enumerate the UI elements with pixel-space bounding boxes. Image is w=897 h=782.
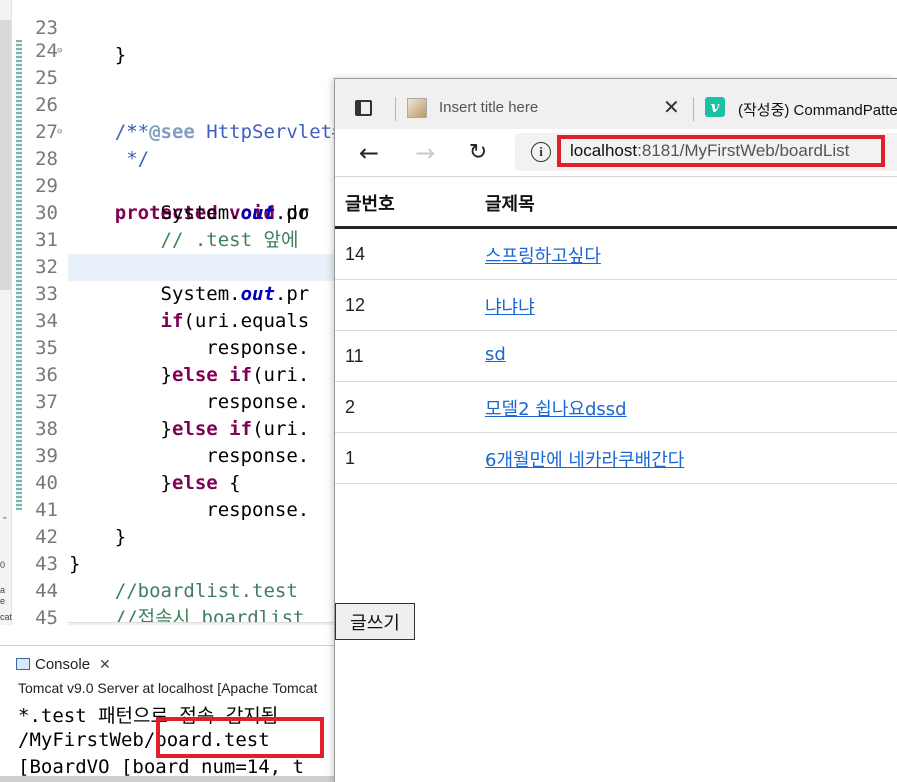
console-server-label: Tomcat v9.0 Server at localhost [Apache … <box>18 680 318 696</box>
header-num: 글번호 <box>345 194 395 215</box>
fold-collapse-icon[interactable]: ⊖ <box>57 119 62 146</box>
highlight-box <box>156 717 324 758</box>
tab-strip: Insert title here ✕ v (작성중) CommandPatte <box>335 79 897 129</box>
page-favicon-icon <box>407 98 427 118</box>
row-num: 14 <box>345 244 366 264</box>
row-title-link[interactable]: 냐냐냐 <box>485 293 535 319</box>
horizontal-scrollbar[interactable]: ‹ <box>68 622 334 625</box>
table-row: 1 6개월만에 네카라쿠배간다 <box>335 433 897 484</box>
code-line: 25 ⊖ /** <box>0 38 897 143</box>
tab-title[interactable]: Insert title here <box>439 99 538 116</box>
tab-title-2[interactable]: (작성중) CommandPatte <box>738 99 897 120</box>
write-button[interactable]: 글쓰기 <box>335 603 415 640</box>
console-tab-label: Console <box>35 655 91 673</box>
forward-arrow-icon[interactable]: → <box>410 138 440 168</box>
divider <box>693 97 694 121</box>
console-icon <box>16 658 30 670</box>
tab-actions-icon[interactable] <box>355 100 372 116</box>
row-title-link[interactable]: 모델2 쉽나요dssd <box>485 395 627 421</box>
console-tab[interactable]: Console ✕ <box>16 652 111 676</box>
highlight-box <box>557 135 885 167</box>
close-icon[interactable]: ✕ <box>663 95 680 119</box>
close-icon[interactable]: ✕ <box>99 656 111 673</box>
table-row: 12 냐냐냐 <box>335 280 897 331</box>
console-view: Console ✕ Tomcat v9.0 Server at localhos… <box>0 645 340 782</box>
velog-favicon-icon: v <box>705 97 725 117</box>
table-row: 11 sd <box>335 331 897 382</box>
row-title-link[interactable]: 6개월만에 네카라쿠배간다 <box>485 446 684 472</box>
info-icon[interactable]: i <box>531 142 551 162</box>
chevron-left-icon[interactable]: ‹ <box>70 623 75 625</box>
row-title-link[interactable]: 스프링하고싶다 <box>485 242 601 268</box>
row-num: 12 <box>345 295 366 315</box>
refresh-icon[interactable]: ↻ <box>463 138 493 168</box>
table-header: 글번호 글제목 <box>335 177 897 229</box>
table-row: 14 스프링하고싶다 <box>335 229 897 280</box>
browser-window: Insert title here ✕ v (작성중) CommandPatte… <box>334 78 897 782</box>
row-title-link[interactable]: sd <box>485 344 506 365</box>
row-num: 11 <box>345 346 364 366</box>
divider <box>395 97 396 121</box>
console-output-line: [BoardVO [board_num=14, t <box>18 756 304 778</box>
fold-collapse-icon[interactable]: ⊖ <box>57 38 62 65</box>
header-title: 글제목 <box>485 194 535 215</box>
row-num: 2 <box>345 397 356 417</box>
row-num: 1 <box>345 448 356 468</box>
code-line: 24 <box>0 11 897 62</box>
table-row: 2 모델2 쉽나요dssd <box>335 382 897 433</box>
navigation-bar: ← → ↻ i localhost:8181/MyFirstWeb/boardL… <box>335 129 897 177</box>
back-arrow-icon[interactable]: ← <box>354 138 384 168</box>
